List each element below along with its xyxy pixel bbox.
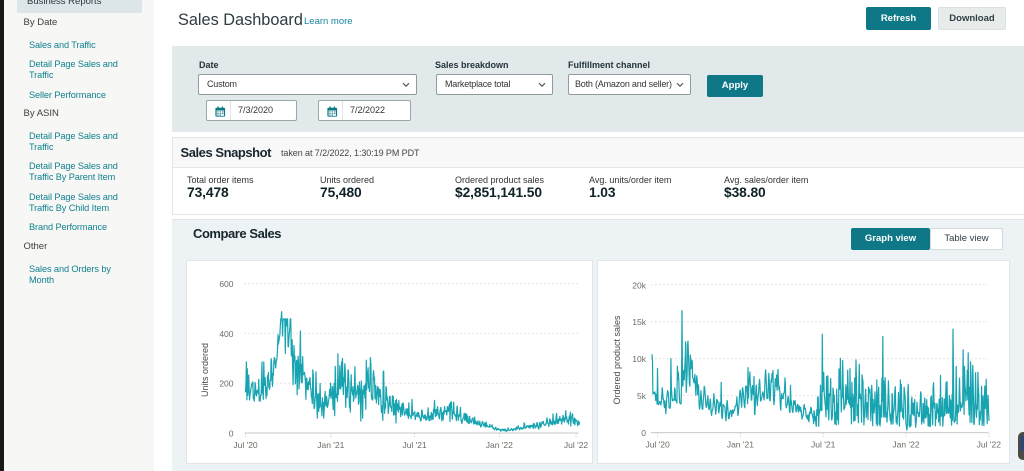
svg-text:Jan '21: Jan '21	[317, 440, 344, 450]
svg-text:Jan '22: Jan '22	[892, 440, 919, 450]
svg-text:Jul '20: Jul '20	[233, 440, 258, 450]
svg-text:Jan '22: Jan '22	[485, 440, 512, 450]
svg-text:Units ordered: Units ordered	[200, 343, 210, 397]
svg-text:Jul '21: Jul '21	[811, 440, 836, 450]
svg-text:Jul '22: Jul '22	[563, 440, 588, 450]
svg-text:200: 200	[219, 379, 233, 389]
svg-text:20k: 20k	[632, 280, 646, 290]
svg-text:Jul '22: Jul '22	[977, 440, 1002, 450]
svg-text:Jan '21: Jan '21	[727, 440, 754, 450]
svg-text:600: 600	[219, 279, 233, 289]
svg-text:Jul '20: Jul '20	[645, 440, 670, 450]
svg-text:Jul '21: Jul '21	[402, 440, 427, 450]
svg-text:10k: 10k	[632, 354, 646, 364]
svg-text:400: 400	[219, 329, 233, 339]
svg-text:0: 0	[641, 428, 646, 438]
svg-text:15k: 15k	[632, 317, 646, 327]
svg-text:5k: 5k	[637, 391, 647, 401]
svg-text:0: 0	[228, 429, 233, 439]
svg-text:Ordered product sales: Ordered product sales	[612, 315, 622, 405]
